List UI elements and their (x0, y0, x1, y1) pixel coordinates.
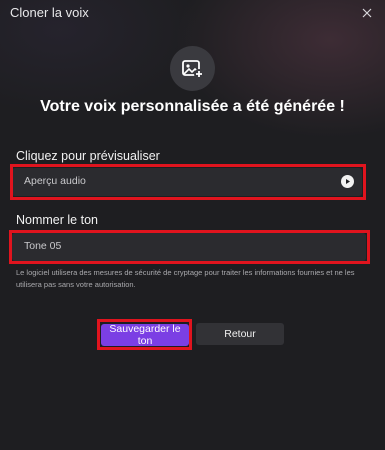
window-title: Cloner la voix (10, 5, 89, 20)
tone-name-input[interactable]: Tone 05 (12, 233, 366, 261)
audio-preview-field[interactable]: Aperçu audio (12, 168, 362, 196)
save-tone-button[interactable]: Sauvegarder le ton (101, 323, 189, 347)
image-add-icon (181, 59, 204, 79)
audio-preview-text: Aperçu audio (24, 175, 86, 187)
tone-name-value: Tone 05 (24, 240, 62, 252)
privacy-disclaimer: Le logiciel utilisera des mesures de séc… (16, 268, 355, 289)
preview-label: Cliquez pour prévisualiser (16, 149, 160, 163)
tone-name-label: Nommer le ton (16, 213, 98, 227)
success-headline: Votre voix personnalisée a été générée ! (40, 98, 345, 115)
clone-voice-dialog: Cloner la voix Votre voix personnalisée … (0, 0, 385, 450)
play-button[interactable] (341, 175, 354, 188)
hero-icon-badge (170, 46, 215, 91)
play-icon (346, 179, 350, 184)
close-icon (362, 8, 372, 18)
title-bar: Cloner la voix (0, 0, 385, 26)
back-button[interactable]: Retour (196, 323, 284, 345)
close-button[interactable] (357, 3, 377, 23)
